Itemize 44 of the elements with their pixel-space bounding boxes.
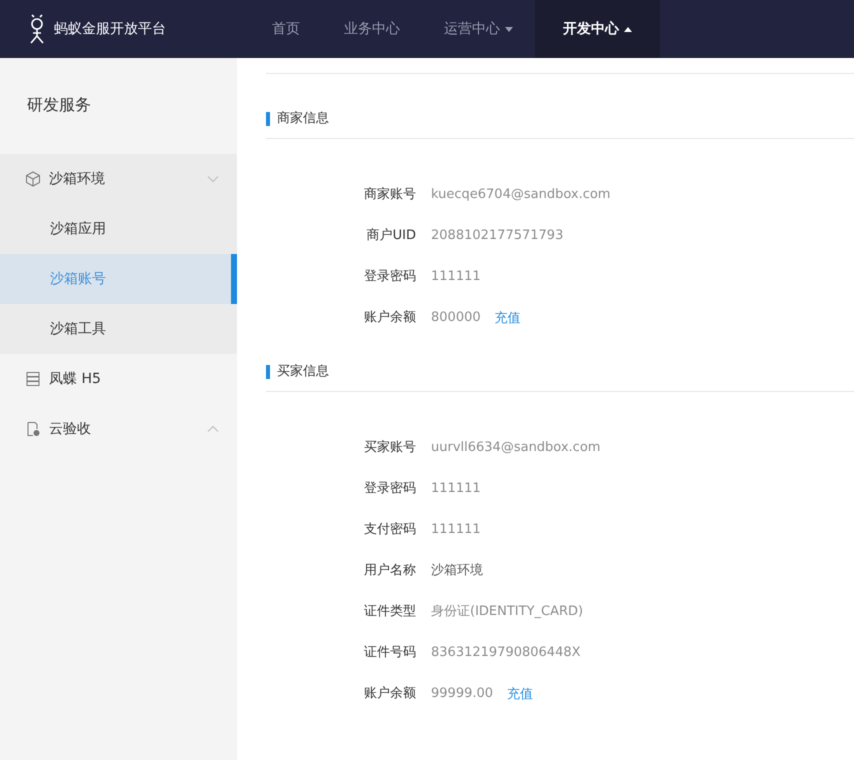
field-value: 111111 — [431, 268, 481, 286]
sidebar-subitem[interactable]: 沙箱工具 — [0, 304, 237, 354]
field-label: 登录密码 — [363, 480, 416, 498]
nav-tab[interactable]: 业务中心 — [322, 0, 422, 58]
nav-tab[interactable]: 运营中心 — [422, 0, 535, 58]
caret-icon — [505, 26, 513, 32]
field-value: 83631219790806448X — [431, 644, 581, 662]
field-label: 商户UID — [366, 227, 416, 245]
recharge-link[interactable]: 充值 — [494, 308, 521, 326]
sidebar-subitem[interactable]: 沙箱应用 — [0, 204, 237, 254]
nav-tab[interactable]: 开发中心 — [535, 0, 660, 58]
field-label: 账户余额 — [363, 309, 416, 327]
field-label: 账户余额 — [363, 685, 416, 703]
field-value: 111111 — [431, 480, 481, 498]
server-icon — [25, 371, 41, 387]
field-value: 沙箱环境 — [431, 562, 483, 580]
sidebar-item[interactable]: 凤蝶 H5 — [0, 354, 237, 404]
field-label: 商家账号 — [363, 186, 416, 204]
recharge-link[interactable]: 充值 — [507, 684, 534, 702]
field-label: 证件号码 — [363, 644, 416, 662]
field-label: 登录密码 — [363, 268, 416, 286]
field-label: 买家账号 — [363, 439, 416, 457]
brand-name: 蚂蚁金服开放平台 — [54, 20, 166, 38]
field-value: 身份证(IDENTITY_CARD) — [431, 603, 584, 621]
caret-icon — [624, 26, 632, 32]
chevron-icon — [207, 425, 219, 433]
sidebar-title: 研发服务 — [26, 94, 92, 116]
field-label: 证件类型 — [363, 603, 416, 621]
section-title: 买家信息 — [266, 365, 329, 379]
cube-icon — [25, 171, 41, 187]
nav-tab[interactable]: 首页 — [250, 0, 322, 58]
section-title: 商家信息 — [266, 112, 329, 126]
sidebar-item[interactable]: 沙箱环境 — [0, 154, 237, 204]
document-check-icon — [25, 421, 41, 437]
field-value: kuecqe6704@sandbox.com — [431, 186, 610, 204]
field-label: 支付密码 — [363, 521, 416, 539]
field-value: 111111 — [431, 521, 481, 539]
field-value: 2088102177571793 — [431, 227, 564, 245]
field-value: 99999.00 — [431, 685, 494, 703]
field-label: 用户名称 — [363, 562, 416, 580]
chevron-icon — [207, 175, 219, 183]
field-value: uurvll6634@sandbox.com — [431, 439, 600, 457]
sidebar-item[interactable]: 云验收 — [0, 404, 237, 454]
field-value: 800000 — [431, 309, 481, 327]
